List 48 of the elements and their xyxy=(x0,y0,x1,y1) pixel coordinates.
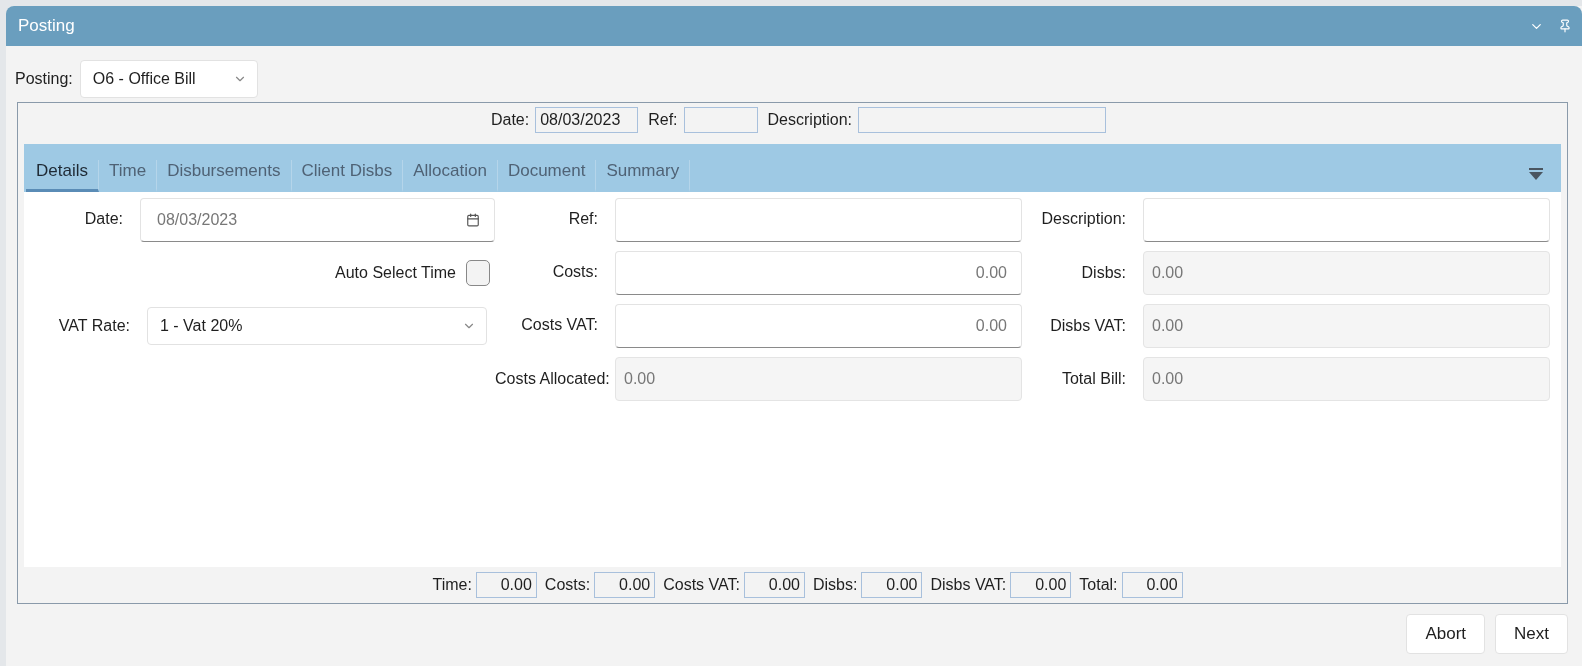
window-title: Posting xyxy=(18,16,76,36)
overflow-icon[interactable] xyxy=(1529,168,1543,180)
input-field[interactable]: 08/03/2023 xyxy=(535,107,639,133)
readonly-field: 0.00 xyxy=(615,357,1022,401)
input-field[interactable]: 0.00 xyxy=(615,304,1022,348)
input-field[interactable] xyxy=(683,107,758,133)
calendar-icon xyxy=(466,213,480,227)
field-label: Description: xyxy=(767,111,853,129)
checkbox[interactable] xyxy=(466,260,490,286)
total-label: Disbs: xyxy=(812,576,858,594)
total-label: Disbs VAT: xyxy=(930,576,1007,594)
total-value: 0.00 xyxy=(743,572,805,598)
field-label: Costs Allocated: xyxy=(495,370,611,388)
field-label: Disbs: xyxy=(1080,264,1127,282)
pin-icon[interactable] xyxy=(1558,19,1572,33)
field-label: Costs VAT: xyxy=(520,315,599,334)
action-button[interactable]: Abort xyxy=(1406,614,1486,654)
field-label: Disbs VAT: xyxy=(1049,317,1127,335)
input-field[interactable]: 0.00 xyxy=(615,251,1022,295)
field-label: Ref: xyxy=(648,111,678,129)
field-label: Description: xyxy=(1040,209,1127,228)
field-label: Costs: xyxy=(551,262,599,281)
input-field[interactable] xyxy=(615,198,1022,242)
total-value: 0.00 xyxy=(1010,572,1072,598)
input-field[interactable] xyxy=(858,107,1107,133)
total-value: 0.00 xyxy=(861,572,923,598)
field-label: Auto Select Time xyxy=(335,264,456,282)
field-label: Date: xyxy=(83,209,124,228)
field-label: Date: xyxy=(490,111,530,129)
posting-label: Posting: xyxy=(15,70,73,88)
total-label: Time: xyxy=(432,576,472,594)
readonly-field: 0.00 xyxy=(1143,304,1550,348)
field-label: Ref: xyxy=(567,209,599,228)
input-field[interactable] xyxy=(1143,198,1550,242)
total-label: Costs VAT: xyxy=(663,576,740,594)
posting-dropdown[interactable]: O6 - Office Bill xyxy=(79,60,258,98)
total-value: 0.00 xyxy=(1121,572,1183,598)
date-field[interactable]: 08/03/2023 xyxy=(140,198,495,242)
field-label: Total Bill: xyxy=(1060,370,1127,388)
action-button[interactable]: Next xyxy=(1495,614,1568,654)
total-label: Total: xyxy=(1079,576,1118,594)
total-value: 0.00 xyxy=(475,572,537,598)
readonly-field: 0.00 xyxy=(1143,251,1550,295)
vat-rate-dropdown[interactable]: 1 - Vat 20% xyxy=(147,307,487,345)
readonly-field: 0.00 xyxy=(1143,357,1550,401)
total-value: 0.00 xyxy=(594,572,656,598)
field-label: VAT Rate: xyxy=(57,317,131,335)
total-label: Costs: xyxy=(544,576,591,594)
